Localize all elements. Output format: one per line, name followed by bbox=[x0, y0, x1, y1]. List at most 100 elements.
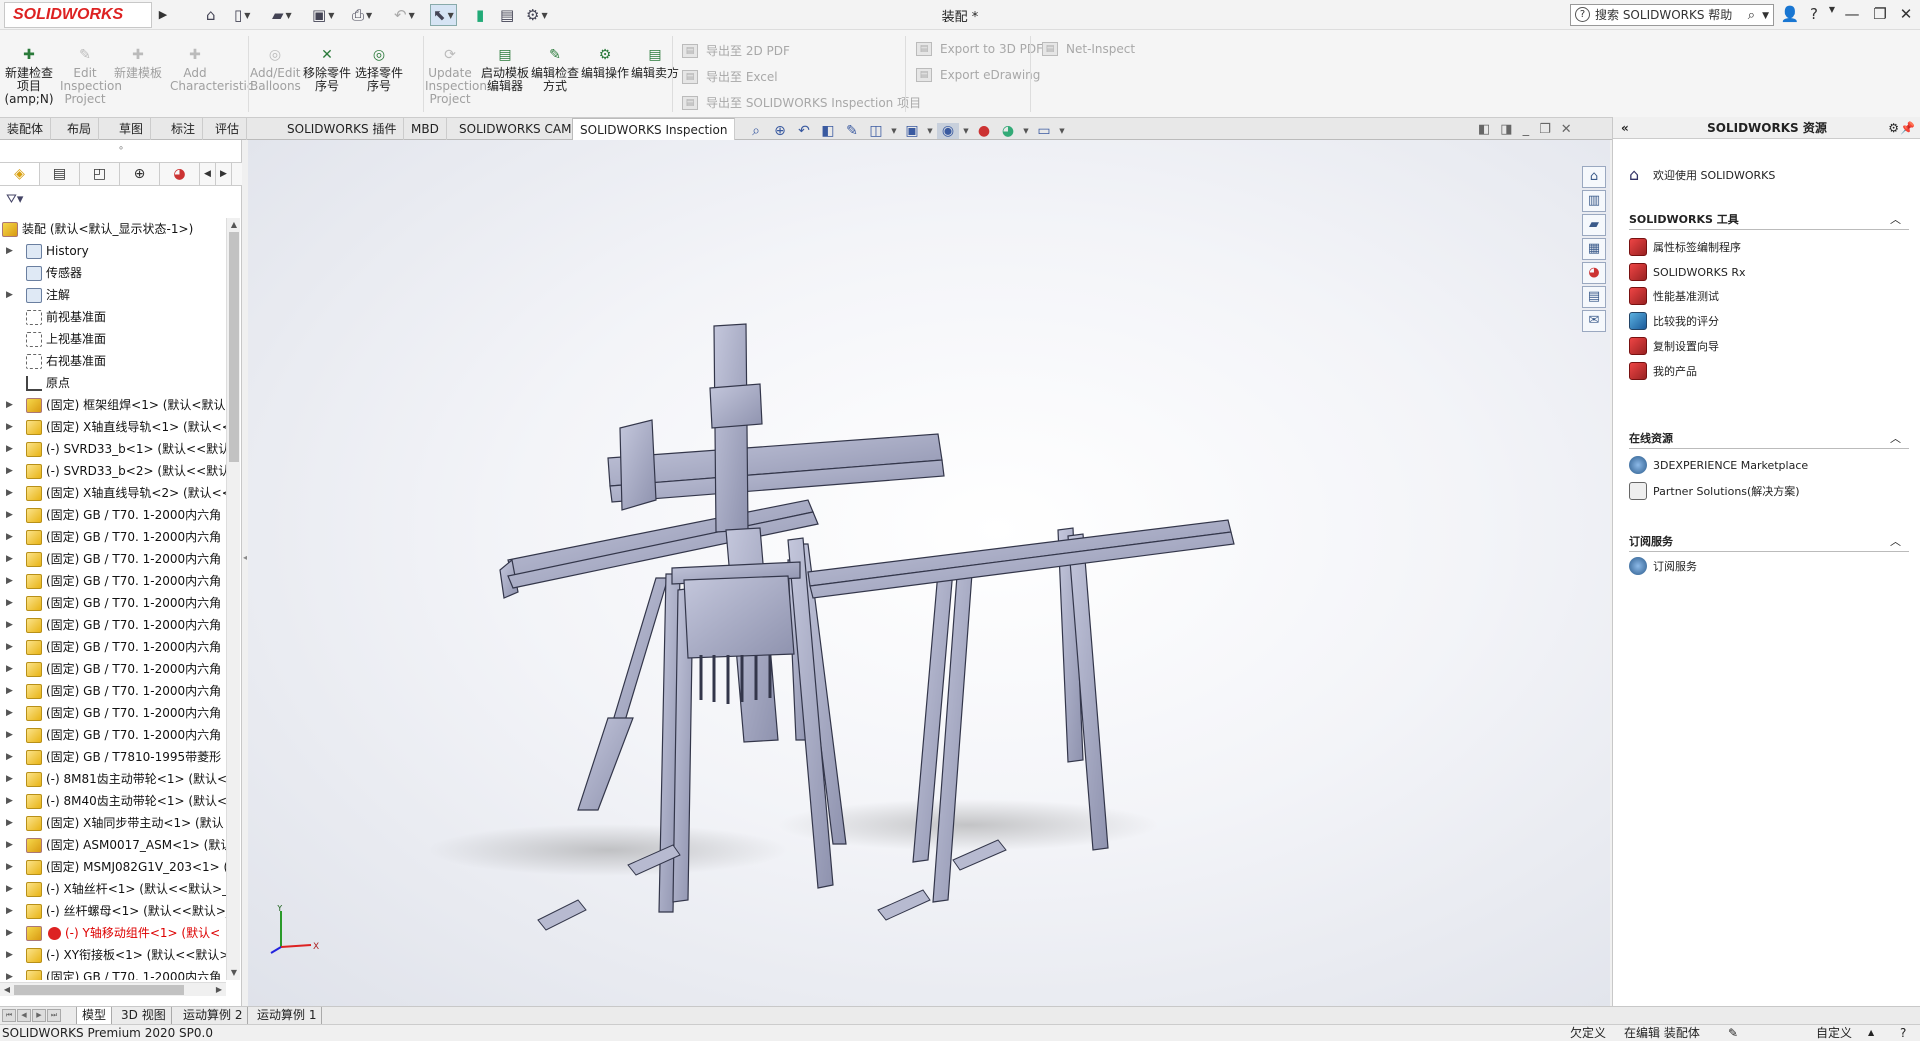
tree-item[interactable]: ▶ (-) Y轴移动组件<1> (默认< bbox=[0, 922, 226, 944]
tree-item[interactable]: 右视基准面 bbox=[0, 350, 226, 372]
apply-scene-dropdown-icon[interactable]: ▼ bbox=[1021, 127, 1031, 135]
zoom-to-area-icon[interactable]: ⊕ bbox=[769, 123, 791, 139]
tree-item[interactable]: ▶ (固定) X轴直线导轨<1> (默认<< bbox=[0, 416, 226, 438]
tree-root-assembly[interactable]: 装配 (默认<默认_显示状态-1>) bbox=[0, 218, 226, 240]
collapse-pane-icon[interactable]: « bbox=[1621, 117, 1629, 139]
expand-arrow-icon[interactable]: ▶ bbox=[6, 966, 16, 980]
panel-grip[interactable]: ∘ bbox=[0, 140, 242, 160]
traffic-light-icon[interactable]: ▮ bbox=[476, 4, 484, 26]
export-3d-pdf-button[interactable]: ▤ Export to 3D PDF bbox=[916, 42, 1043, 56]
tree-item[interactable]: ▶ (固定) 框架组焊<1> (默认<默认 bbox=[0, 394, 226, 416]
view-orientation-dropdown-icon[interactable]: ▼ bbox=[889, 127, 899, 135]
new-document-icon[interactable]: ▯ ▼ bbox=[234, 4, 250, 26]
ribbon-button-3[interactable]: ✚ 新建模板 bbox=[113, 46, 163, 80]
pane-settings-icon[interactable]: ⚙ bbox=[1888, 117, 1899, 139]
search-icon[interactable]: ⌕ bbox=[1748, 6, 1755, 26]
tree-item[interactable]: ▶ (固定) X轴同步带主动<1> (默认 bbox=[0, 812, 226, 834]
expand-arrow-icon[interactable]: ▶ bbox=[6, 394, 16, 416]
tree-item[interactable]: ▶ (-) SVRD33_b<2> (默认<<默认 bbox=[0, 460, 226, 482]
edit-appearance-icon[interactable]: ● bbox=[973, 123, 995, 139]
expand-arrow-icon[interactable]: ▶ bbox=[6, 680, 16, 702]
graphics-area[interactable] bbox=[248, 140, 1610, 1006]
status-units[interactable]: 自定义 bbox=[1816, 1025, 1852, 1041]
tree-item[interactable]: ▶ (固定) X轴直线导轨<2> (默认<< bbox=[0, 482, 226, 504]
tree-item[interactable]: ▶ (固定) GB / T70. 1-2000内六角 bbox=[0, 702, 226, 724]
model-tab-2[interactable]: 3D 视图 bbox=[116, 1007, 172, 1025]
export-2d-pdf-button[interactable]: ▤ 导出至 2D PDF bbox=[682, 42, 790, 59]
expand-arrow-icon[interactable]: ▶ bbox=[6, 658, 16, 680]
ribbon-button-7[interactable]: ◎ 选择零件序号 bbox=[354, 46, 404, 93]
help-search-input[interactable]: ? 搜索 SOLIDWORKS 帮助 ⌕ ▼ bbox=[1570, 4, 1774, 26]
tool-link-2[interactable]: SOLIDWORKS Rx bbox=[1629, 261, 1746, 283]
tree-item[interactable]: ▶ (固定) GB / T70. 1-2000内六角 bbox=[0, 658, 226, 680]
restore-icon[interactable]: ❐ bbox=[1870, 5, 1890, 23]
tree-item[interactable]: ▶ (固定) GB / T70. 1-2000内六角 bbox=[0, 636, 226, 658]
appearances-icon[interactable]: ◕ bbox=[1582, 262, 1606, 284]
expand-arrow-icon[interactable]: ▶ bbox=[6, 900, 16, 922]
tree-item[interactable]: ▶ (固定) GB / T70. 1-2000内六角 bbox=[0, 570, 226, 592]
tree-item[interactable]: ▶ (-) SVRD33_b<1> (默认<<默认 bbox=[0, 438, 226, 460]
tool-link-6[interactable]: 我的产品 bbox=[1629, 360, 1697, 382]
tree-item[interactable]: ▶ (-) 丝杆螺母<1> (默认<<默认>_ bbox=[0, 900, 226, 922]
net-inspect-button[interactable]: ▤ Net-Inspect bbox=[1042, 42, 1135, 56]
select-icon[interactable]: ⬉ ▼ bbox=[430, 4, 457, 26]
scroll-up-icon[interactable]: ▲ bbox=[227, 218, 241, 232]
expand-arrow-icon[interactable]: ▶ bbox=[6, 460, 16, 482]
configuration-manager-tab[interactable]: ◰ bbox=[80, 163, 120, 185]
expand-arrow-icon[interactable]: ▶ bbox=[6, 592, 16, 614]
print-icon[interactable]: ⎙ ▼ bbox=[352, 4, 372, 26]
tree-vertical-scrollbar[interactable]: ▲ ▼ bbox=[226, 218, 240, 980]
pin-icon[interactable]: 📌 bbox=[1900, 117, 1915, 139]
minimize-icon[interactable]: — bbox=[1842, 5, 1862, 23]
last-tab-icon[interactable]: ⏭ bbox=[47, 1009, 61, 1022]
tool-link-4[interactable]: 比较我的评分 bbox=[1629, 310, 1719, 332]
help-menu-icon[interactable]: ? bbox=[1804, 5, 1824, 23]
units-dropdown-icon[interactable]: ▲ bbox=[1868, 1025, 1874, 1041]
undo-icon[interactable]: ↶ ▼ bbox=[394, 4, 415, 26]
tree-item[interactable]: ▶ (-) 8M81齿主动带轮<1> (默认< bbox=[0, 768, 226, 790]
viewport-close-icon[interactable]: ✕ bbox=[1561, 122, 1572, 137]
tab-1[interactable]: 装配体 bbox=[0, 118, 52, 140]
tooltip-help-icon[interactable]: ? bbox=[1900, 1025, 1906, 1041]
tree-item[interactable]: ▶ (固定) GB / T70. 1-2000内六角 bbox=[0, 526, 226, 548]
view-settings-dropdown-icon[interactable]: ▼ bbox=[1057, 127, 1067, 135]
ribbon-button-10[interactable]: ✎ 编辑检查方式 bbox=[530, 46, 580, 93]
apply-scene-icon[interactable]: ◕ bbox=[997, 123, 1019, 139]
tree-horizontal-scrollbar[interactable]: ◀ ▶ bbox=[0, 982, 226, 996]
ribbon-button-4[interactable]: ✚ Add Characteristic bbox=[170, 46, 253, 93]
expand-arrow-icon[interactable]: ▶ bbox=[6, 614, 16, 636]
property-manager-tab[interactable]: ▤ bbox=[40, 163, 80, 185]
scroll-left-icon[interactable]: ◀ bbox=[0, 983, 14, 997]
dynamic-annotation-icon[interactable]: ✎ bbox=[841, 123, 863, 139]
expand-arrow-icon[interactable]: ▶ bbox=[6, 240, 16, 262]
viewport-minimize-icon[interactable]: _ bbox=[1523, 122, 1530, 137]
view-palette-icon[interactable]: ▦ bbox=[1582, 238, 1606, 260]
resources-home-icon[interactable]: ⌂ bbox=[1582, 166, 1606, 188]
expand-arrow-icon[interactable]: ▶ bbox=[6, 570, 16, 592]
collapse-chevron-icon[interactable]: ︿ bbox=[1890, 210, 1901, 230]
export-excel-button[interactable]: ▤ 导出至 Excel bbox=[682, 68, 778, 85]
view-settings-icon[interactable]: ▭ bbox=[1033, 123, 1055, 139]
partner-solutions-link[interactable]: Partner Solutions(解决方案) bbox=[1629, 480, 1800, 502]
tree-item[interactable]: 原点 bbox=[0, 372, 226, 394]
expand-arrow-icon[interactable]: ▶ bbox=[6, 702, 16, 724]
model-tab-3[interactable]: 运动算例 2 bbox=[178, 1007, 249, 1025]
close-icon[interactable]: ✕ bbox=[1896, 5, 1916, 23]
collapse-chevron-icon[interactable]: ︿ bbox=[1890, 532, 1901, 552]
scroll-down-icon[interactable]: ▼ bbox=[227, 966, 241, 980]
online-section-header[interactable]: 在线资源 ︿ bbox=[1629, 429, 1909, 449]
file-explorer-icon[interactable]: ▰ bbox=[1582, 214, 1606, 236]
solidworks-logo[interactable]: SOLIDWORKS bbox=[4, 2, 152, 28]
hide-show-dropdown-icon[interactable]: ▼ bbox=[961, 127, 971, 135]
tab-9[interactable]: SOLIDWORKS Inspection bbox=[572, 118, 736, 140]
tab-4[interactable]: 标注 bbox=[164, 118, 204, 140]
search-dropdown-icon[interactable]: ▼ bbox=[1762, 6, 1769, 26]
display-manager-tab[interactable]: ◕ bbox=[160, 163, 200, 185]
tab-3[interactable]: 草图 bbox=[112, 118, 152, 140]
collapse-chevron-icon[interactable]: ︿ bbox=[1890, 429, 1901, 449]
tile-right-icon[interactable]: ◨ bbox=[1500, 122, 1512, 137]
expand-arrow-icon[interactable]: ▶ bbox=[6, 636, 16, 658]
home-icon[interactable]: ⌂ bbox=[206, 4, 216, 26]
hscroll-thumb[interactable] bbox=[14, 985, 184, 995]
expand-arrow-icon[interactable]: ▶ bbox=[6, 878, 16, 900]
